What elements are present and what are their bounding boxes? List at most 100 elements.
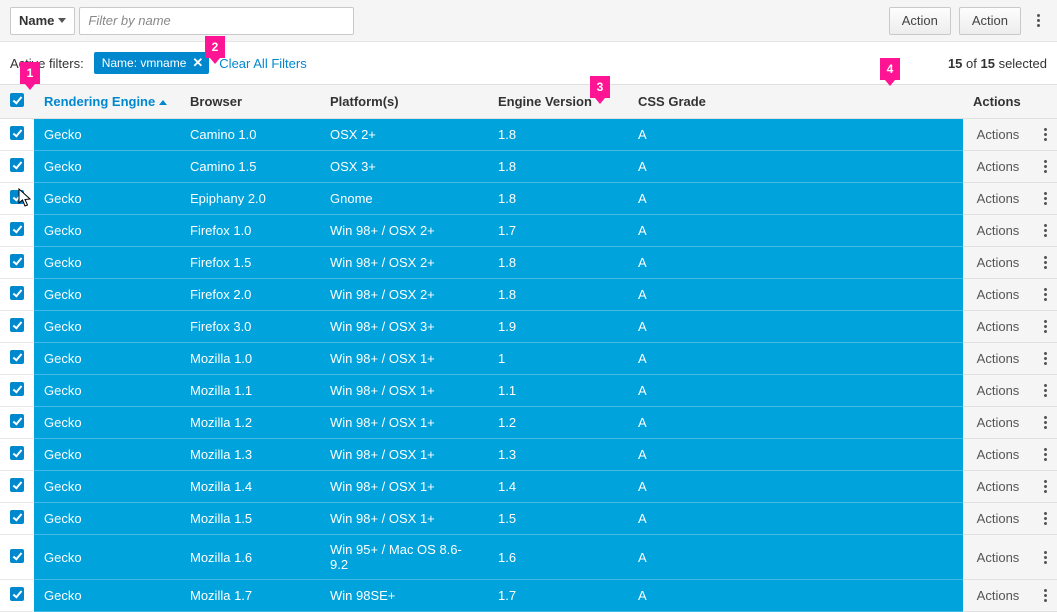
row-kebab-icon[interactable] xyxy=(1033,580,1057,612)
row-checkbox[interactable] xyxy=(10,190,24,204)
table-row[interactable]: GeckoCamino 1.0OSX 2+1.8AActions xyxy=(0,119,1057,151)
filter-type-label: Name xyxy=(19,13,54,28)
cell-engine: Gecko xyxy=(34,279,180,311)
row-kebab-icon[interactable] xyxy=(1033,503,1057,535)
row-actions-button[interactable]: Actions xyxy=(963,471,1033,503)
table-row[interactable]: GeckoFirefox 3.0Win 98+ / OSX 3+1.9AActi… xyxy=(0,311,1057,343)
table-row[interactable]: GeckoFirefox 1.0Win 98+ / OSX 2+1.7AActi… xyxy=(0,215,1057,247)
cell-engine: Gecko xyxy=(34,119,180,151)
row-actions-button[interactable]: Actions xyxy=(963,279,1033,311)
row-checkbox[interactable] xyxy=(10,587,24,601)
clear-all-filters-link[interactable]: Clear All Filters xyxy=(219,56,306,71)
action-button-1[interactable]: Action xyxy=(889,7,951,35)
cell-version: 1.7 xyxy=(488,580,628,612)
close-icon[interactable]: ✕ xyxy=(192,55,203,71)
row-checkbox-cell xyxy=(0,279,34,311)
row-kebab-icon[interactable] xyxy=(1033,311,1057,343)
row-checkbox[interactable] xyxy=(10,446,24,460)
table-row[interactable]: GeckoFirefox 2.0Win 98+ / OSX 2+1.8AActi… xyxy=(0,279,1057,311)
action-button-2[interactable]: Action xyxy=(959,7,1021,35)
col-platforms[interactable]: Platform(s) xyxy=(320,85,488,119)
col-rendering-engine[interactable]: Rendering Engine xyxy=(34,85,180,119)
filter-input[interactable] xyxy=(79,7,354,35)
col-actions: Actions xyxy=(963,85,1033,119)
row-actions-button[interactable]: Actions xyxy=(963,247,1033,279)
row-actions-button[interactable]: Actions xyxy=(963,183,1033,215)
row-actions-button[interactable]: Actions xyxy=(963,375,1033,407)
row-actions-button[interactable]: Actions xyxy=(963,151,1033,183)
cell-browser: Firefox 3.0 xyxy=(180,311,320,343)
cell-platform: Gnome xyxy=(320,183,488,215)
row-checkbox[interactable] xyxy=(10,158,24,172)
table-row[interactable]: GeckoMozilla 1.0Win 98+ / OSX 1+1AAction… xyxy=(0,343,1057,375)
row-actions-button[interactable]: Actions xyxy=(963,119,1033,151)
row-actions-button[interactable]: Actions xyxy=(963,343,1033,375)
row-kebab-icon[interactable] xyxy=(1033,247,1057,279)
row-checkbox[interactable] xyxy=(10,478,24,492)
row-kebab-icon[interactable] xyxy=(1033,471,1057,503)
table-row[interactable]: GeckoMozilla 1.1Win 98+ / OSX 1+1.1AActi… xyxy=(0,375,1057,407)
row-kebab-icon[interactable] xyxy=(1033,183,1057,215)
row-checkbox[interactable] xyxy=(10,126,24,140)
filter-type-dropdown[interactable]: Name xyxy=(10,7,75,35)
row-checkbox[interactable] xyxy=(10,549,24,563)
row-actions-button[interactable]: Actions xyxy=(963,407,1033,439)
col-engine-version[interactable]: Engine Version xyxy=(488,85,628,119)
row-kebab-icon[interactable] xyxy=(1033,375,1057,407)
cell-grade: A xyxy=(628,580,963,612)
row-kebab-icon[interactable] xyxy=(1033,279,1057,311)
row-checkbox[interactable] xyxy=(10,254,24,268)
col-css-grade[interactable]: CSS Grade xyxy=(628,85,963,119)
row-kebab-icon[interactable] xyxy=(1033,439,1057,471)
row-actions-button[interactable]: Actions xyxy=(963,580,1033,612)
row-actions-button[interactable]: Actions xyxy=(963,503,1033,535)
row-kebab-icon[interactable] xyxy=(1033,407,1057,439)
table-row[interactable]: GeckoMozilla 1.7Win 98SE+1.7AActions xyxy=(0,580,1057,612)
table-row[interactable]: GeckoMozilla 1.5Win 98+ / OSX 1+1.5AActi… xyxy=(0,503,1057,535)
row-kebab-icon[interactable] xyxy=(1033,535,1057,580)
row-actions-button[interactable]: Actions xyxy=(963,439,1033,471)
cell-browser: Camino 1.0 xyxy=(180,119,320,151)
toolbar-kebab-icon[interactable] xyxy=(1029,7,1047,35)
row-checkbox-cell xyxy=(0,151,34,183)
selected-total: 15 xyxy=(980,56,994,71)
cell-grade: A xyxy=(628,279,963,311)
row-actions-button[interactable]: Actions xyxy=(963,311,1033,343)
row-kebab-icon[interactable] xyxy=(1033,119,1057,151)
cell-version: 1.8 xyxy=(488,247,628,279)
row-kebab-icon[interactable] xyxy=(1033,151,1057,183)
cell-browser: Epiphany 2.0 xyxy=(180,183,320,215)
cell-browser: Mozilla 1.6 xyxy=(180,535,320,580)
row-checkbox[interactable] xyxy=(10,350,24,364)
cell-browser: Mozilla 1.3 xyxy=(180,439,320,471)
cell-version: 1 xyxy=(488,343,628,375)
row-checkbox[interactable] xyxy=(10,414,24,428)
row-checkbox[interactable] xyxy=(10,286,24,300)
row-checkbox[interactable] xyxy=(10,382,24,396)
active-filters-label: Active filters: xyxy=(10,56,84,71)
table-row[interactable]: GeckoMozilla 1.3Win 98+ / OSX 1+1.3AActi… xyxy=(0,439,1057,471)
table-row[interactable]: GeckoEpiphany 2.0Gnome1.8AActions xyxy=(0,183,1057,215)
table-row[interactable]: GeckoMozilla 1.2Win 98+ / OSX 1+1.2AActi… xyxy=(0,407,1057,439)
cell-platform: Win 98+ / OSX 1+ xyxy=(320,439,488,471)
cell-grade: A xyxy=(628,375,963,407)
cell-platform: Win 98SE+ xyxy=(320,580,488,612)
row-actions-button[interactable]: Actions xyxy=(963,215,1033,247)
select-all-checkbox[interactable] xyxy=(10,93,24,107)
cell-version: 1.8 xyxy=(488,119,628,151)
col-browser[interactable]: Browser xyxy=(180,85,320,119)
row-checkbox[interactable] xyxy=(10,222,24,236)
row-checkbox[interactable] xyxy=(10,318,24,332)
table-row[interactable]: GeckoFirefox 1.5Win 98+ / OSX 2+1.8AActi… xyxy=(0,247,1057,279)
table-row[interactable]: GeckoCamino 1.5OSX 3+1.8AActions xyxy=(0,151,1057,183)
table-row[interactable]: GeckoMozilla 1.4Win 98+ / OSX 1+1.4AActi… xyxy=(0,471,1057,503)
row-kebab-icon[interactable] xyxy=(1033,343,1057,375)
row-kebab-icon[interactable] xyxy=(1033,215,1057,247)
cell-browser: Camino 1.5 xyxy=(180,151,320,183)
table-row[interactable]: GeckoMozilla 1.6Win 95+ / Mac OS 8.6-9.2… xyxy=(0,535,1057,580)
row-actions-button[interactable]: Actions xyxy=(963,535,1033,580)
cell-version: 1.5 xyxy=(488,503,628,535)
row-checkbox[interactable] xyxy=(10,510,24,524)
filters-left: Active filters: Name: vmname ✕ Clear All… xyxy=(10,52,307,74)
cell-engine: Gecko xyxy=(34,215,180,247)
